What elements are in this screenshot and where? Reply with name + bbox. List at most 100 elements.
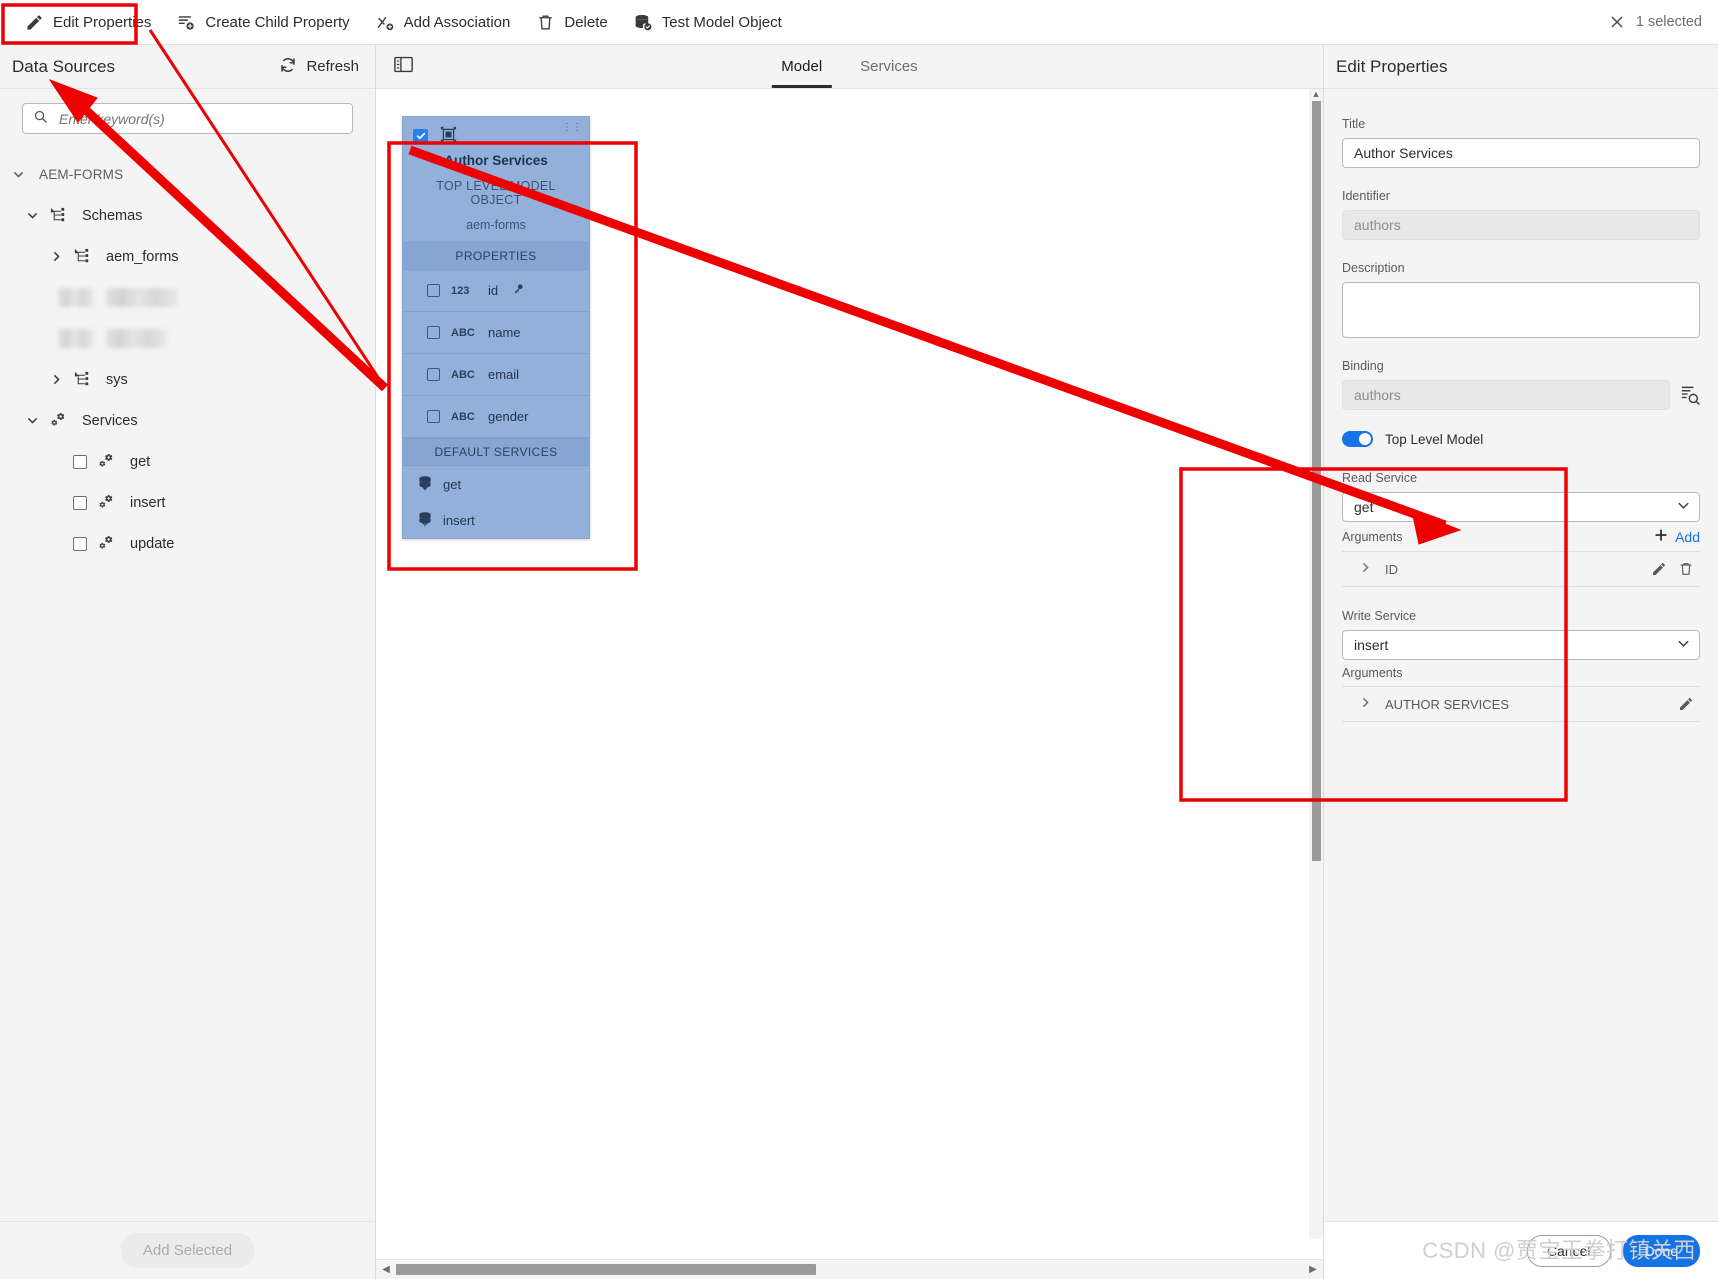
- panel-toggle-icon[interactable]: [394, 56, 413, 78]
- toolbar-item-test-model-object[interactable]: Test Model Object: [621, 5, 795, 40]
- search-box[interactable]: [22, 103, 353, 134]
- title-field-label: Title: [1342, 117, 1366, 131]
- tree-item-redacted[interactable]: [0, 318, 375, 359]
- trash-icon[interactable]: [1678, 561, 1694, 577]
- schema-icon: [73, 247, 92, 266]
- done-button[interactable]: Done: [1622, 1234, 1700, 1267]
- tab-model[interactable]: Model: [771, 58, 833, 88]
- add-argument-label: Add: [1675, 528, 1700, 545]
- plus-icon: [1654, 528, 1668, 545]
- chevron-right-icon[interactable]: [1359, 561, 1372, 577]
- property-type-label: ABC: [451, 410, 475, 423]
- tree-item-get[interactable]: get: [0, 441, 375, 482]
- search-input[interactable]: [57, 109, 342, 128]
- identifier-field-label: Identifier: [1342, 189, 1390, 203]
- toolbar-item-create-child-property[interactable]: Create Child Property: [164, 5, 362, 40]
- tree-item-aem-forms[interactable]: AEM-FORMS: [0, 154, 375, 195]
- refresh-button[interactable]: Refresh: [279, 56, 359, 78]
- tree-item-label: update: [130, 535, 175, 552]
- drag-handle-icon[interactable]: ⋮⋮: [562, 123, 582, 133]
- tree-item-label: aem_forms: [106, 248, 179, 265]
- write-service-value: insert: [1354, 637, 1389, 653]
- vertical-scroll-thumb[interactable]: [1311, 101, 1321, 861]
- top-level-model-toggle[interactable]: [1342, 431, 1373, 447]
- tree-item-insert[interactable]: insert: [0, 482, 375, 523]
- gear-icon: [97, 534, 116, 553]
- canvas-vertical-scrollbar[interactable]: ▲: [1309, 89, 1323, 1239]
- edit-properties-body: Title Author Services Identifier authors…: [1324, 89, 1718, 1221]
- scroll-right-icon[interactable]: ▶: [1307, 1264, 1319, 1275]
- scroll-left-icon[interactable]: ◀: [380, 1264, 392, 1275]
- search-area: [0, 89, 375, 144]
- read-arguments-label: Arguments: [1342, 529, 1403, 544]
- top-toolbar: Edit Properties Create Child Property Ad…: [0, 0, 1718, 45]
- toolbar-item-edit-properties[interactable]: Edit Properties: [12, 5, 164, 40]
- chevron-right-icon[interactable]: [1359, 696, 1372, 712]
- tree-item-update[interactable]: update: [0, 523, 375, 564]
- data-sources-tree: AEM-FORMS Schemas aem_forms sys Services…: [0, 144, 375, 1221]
- tree-item-redacted[interactable]: [0, 277, 375, 318]
- binding-input: authors: [1342, 380, 1670, 410]
- schema-icon: [49, 206, 68, 225]
- tab-services[interactable]: Services: [850, 58, 928, 88]
- write-argument-row-author-services[interactable]: AUTHOR SERVICES: [1342, 686, 1700, 722]
- tree-item-aem_forms[interactable]: aem_forms: [0, 236, 375, 277]
- add-argument-button[interactable]: Add: [1654, 528, 1700, 545]
- description-field-label: Description: [1342, 261, 1405, 275]
- toolbar-item-delete[interactable]: Delete: [523, 5, 620, 40]
- title-input[interactable]: Author Services: [1342, 138, 1700, 168]
- pencil-icon: [25, 13, 44, 32]
- scroll-up-icon[interactable]: ▲: [1312, 89, 1321, 99]
- model-card-property-row[interactable]: ABC gender: [403, 396, 589, 438]
- close-icon[interactable]: [1609, 14, 1625, 30]
- selection-count-label: 1 selected: [1635, 14, 1702, 30]
- add-association-icon: [376, 13, 395, 32]
- model-card-service-row[interactable]: insert: [403, 502, 589, 538]
- tree-item-schemas[interactable]: Schemas: [0, 195, 375, 236]
- chevron-down-icon: [26, 209, 39, 222]
- property-checkbox[interactable]: [427, 368, 440, 381]
- tree-item-services[interactable]: Services: [0, 400, 375, 441]
- property-checkbox[interactable]: [427, 410, 440, 423]
- toolbar-item-label: Edit Properties: [53, 13, 152, 31]
- tree-item-sys[interactable]: sys: [0, 359, 375, 400]
- toolbar-item-add-association[interactable]: Add Association: [363, 5, 524, 40]
- chevron-right-icon: [50, 373, 63, 386]
- model-card-property-row[interactable]: ABC email: [403, 354, 589, 396]
- tree-item-label: AEM-FORMS: [39, 167, 124, 182]
- top-level-model-toggle-row: Top Level Model: [1342, 431, 1700, 447]
- data-sources-header: Data Sources Refresh: [0, 45, 375, 89]
- identifier-input: authors: [1342, 210, 1700, 240]
- read-service-select[interactable]: get: [1342, 492, 1700, 522]
- model-card-service-row[interactable]: get: [403, 466, 589, 502]
- write-service-label: Write Service: [1342, 609, 1417, 623]
- pencil-icon[interactable]: [1651, 561, 1667, 577]
- write-service-arguments-header: Arguments: [1342, 666, 1700, 680]
- write-service-select[interactable]: insert: [1342, 630, 1700, 660]
- chevron-right-icon: [50, 250, 63, 263]
- write-argument-label: AUTHOR SERVICES: [1385, 696, 1510, 712]
- cancel-button[interactable]: Cancel: [1526, 1234, 1611, 1267]
- tree-item-checkbox[interactable]: [73, 454, 87, 469]
- model-card-property-row[interactable]: 123 id: [403, 270, 589, 312]
- property-type-label: 123: [451, 284, 470, 297]
- model-canvas[interactable]: ⋮⋮ Author Services TOP LEVEL MODEL OBJEC…: [376, 89, 1323, 1259]
- add-selected-button[interactable]: Add Selected: [120, 1233, 255, 1268]
- tree-item-checkbox[interactable]: [73, 536, 87, 551]
- canvas-horizontal-scrollbar[interactable]: ◀ ▶: [376, 1259, 1323, 1279]
- horizontal-scroll-thumb[interactable]: [396, 1264, 816, 1275]
- description-textarea[interactable]: [1342, 282, 1700, 338]
- model-object-card[interactable]: ⋮⋮ Author Services TOP LEVEL MODEL OBJEC…: [402, 116, 590, 539]
- property-checkbox[interactable]: [427, 326, 440, 339]
- key-icon: [512, 283, 524, 298]
- read-argument-row-id[interactable]: ID: [1342, 551, 1700, 587]
- schema-icon: [73, 370, 92, 389]
- tree-item-checkbox[interactable]: [73, 495, 87, 510]
- property-name-label: name: [488, 325, 521, 340]
- property-checkbox[interactable]: [427, 284, 440, 297]
- model-card-property-row[interactable]: ABC name: [403, 312, 589, 354]
- pencil-icon[interactable]: [1678, 696, 1694, 712]
- read-argument-label: ID: [1385, 561, 1398, 577]
- model-card-checkbox[interactable]: [413, 128, 428, 144]
- binding-picker-icon[interactable]: [1679, 385, 1700, 406]
